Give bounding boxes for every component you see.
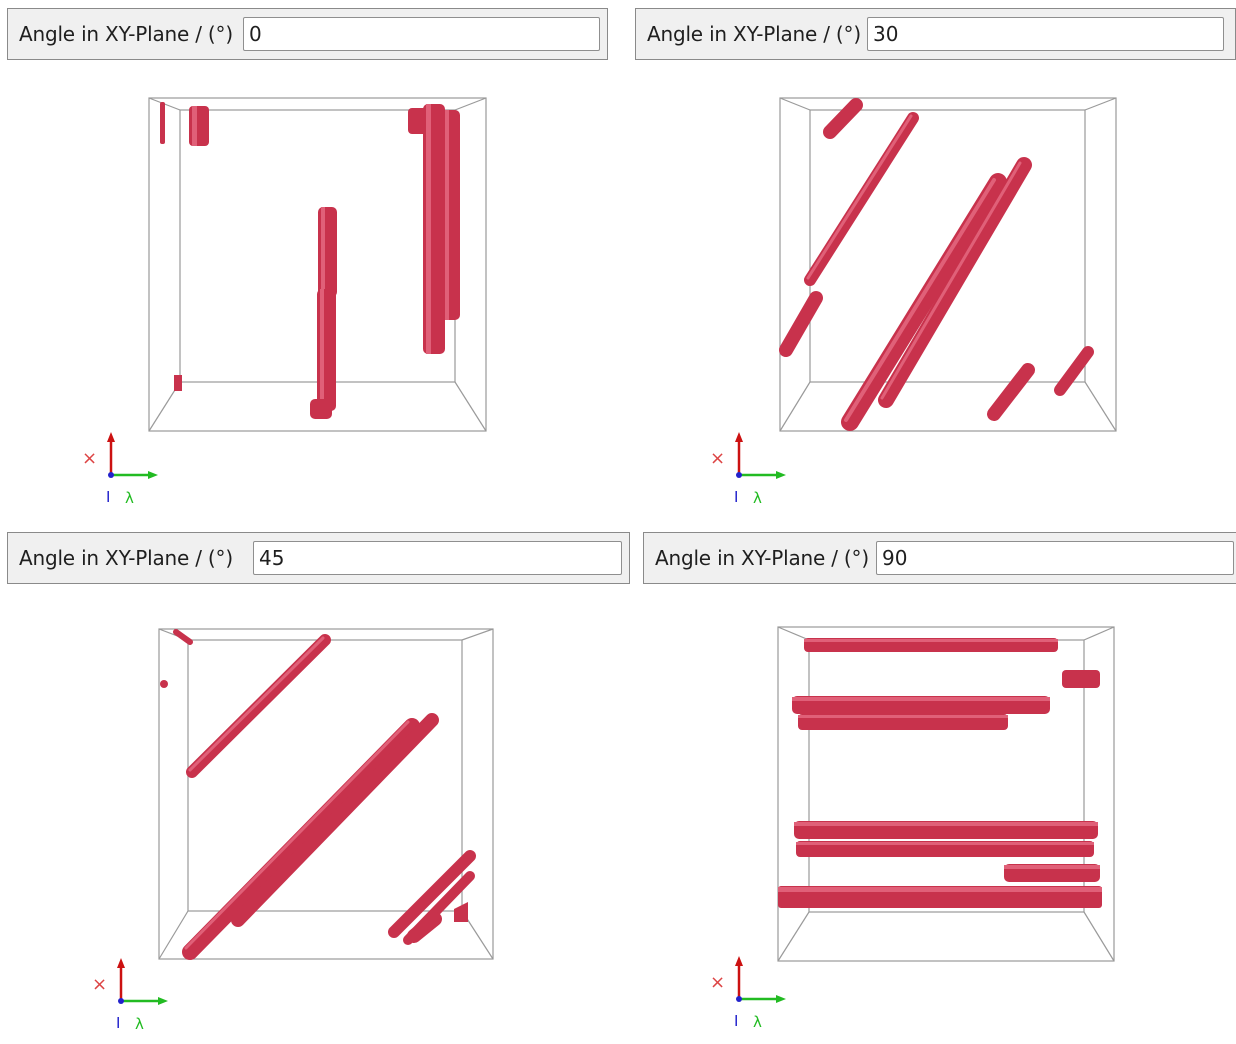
- angle-input[interactable]: [876, 541, 1234, 575]
- angle-parameter-bar: Angle in XY-Plane / (°): [643, 532, 1236, 584]
- fiber-group: [160, 102, 460, 419]
- orientation-axes: × I λ: [92, 958, 168, 1033]
- axis-label-up: I: [734, 1012, 738, 1030]
- svg-text:×: ×: [710, 972, 725, 993]
- svg-text:×: ×: [82, 448, 97, 469]
- axis-label-right: λ: [135, 1015, 144, 1033]
- svg-text:×: ×: [92, 974, 107, 995]
- orientation-axes: × I λ: [82, 432, 158, 507]
- angle-parameter-bar: Angle in XY-Plane / (°): [7, 532, 630, 584]
- angle-label: Angle in XY-Plane / (°): [647, 22, 861, 46]
- angle-label: Angle in XY-Plane / (°): [19, 22, 233, 46]
- angle-label: Angle in XY-Plane / (°): [655, 546, 869, 570]
- fiber-group: [779, 98, 1094, 431]
- axis-label-up: I: [734, 488, 738, 506]
- angle-label: Angle in XY-Plane / (°): [19, 546, 233, 570]
- angle-input[interactable]: [867, 17, 1224, 51]
- orientation-axes: × I λ: [710, 956, 786, 1031]
- axis-label-right: λ: [753, 1013, 762, 1031]
- 3d-viewport[interactable]: × I λ: [698, 614, 1148, 1044]
- axis-label-up: I: [106, 488, 110, 506]
- orientation-axes: × I λ: [710, 432, 786, 507]
- fiber-group: [778, 638, 1102, 908]
- axis-label-right: λ: [753, 489, 762, 507]
- 3d-viewport[interactable]: × I λ: [698, 90, 1148, 520]
- angle-input[interactable]: [253, 541, 622, 575]
- axis-label-right: λ: [125, 489, 134, 507]
- angle-parameter-bar: Angle in XY-Plane / (°): [7, 8, 608, 60]
- 3d-viewport[interactable]: × I λ: [80, 614, 530, 1044]
- axis-label-up: I: [116, 1014, 120, 1032]
- angle-input[interactable]: [243, 17, 600, 51]
- angle-parameter-bar: Angle in XY-Plane / (°): [635, 8, 1236, 60]
- svg-text:×: ×: [710, 448, 725, 469]
- fiber-group: [160, 629, 476, 960]
- 3d-viewport[interactable]: × I λ: [70, 90, 520, 520]
